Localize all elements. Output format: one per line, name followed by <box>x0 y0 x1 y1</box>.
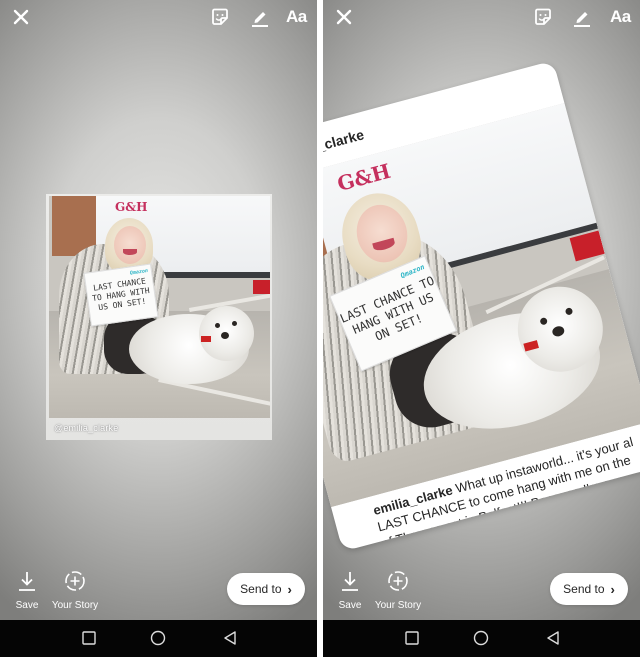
smile <box>123 249 137 255</box>
send-to-button[interactable]: Send to › <box>227 573 305 605</box>
dog-collar <box>201 336 211 342</box>
sign-text: LAST CHANCE TO HANG WITH US ON SET! <box>91 276 151 313</box>
shared-post-image[interactable]: G&H Qmazon LAST CHANCE TO HANG WITH US O… <box>46 194 272 440</box>
android-nav-bar <box>0 620 317 657</box>
save-button[interactable]: Save <box>337 570 363 611</box>
chevron-right-icon: › <box>287 581 292 597</box>
dog-eye <box>215 323 220 328</box>
add-story-icon <box>65 571 85 591</box>
story-editor-left: Aa G&H Qmazon LAST CHANCE TO HANG WITH U… <box>0 0 317 657</box>
home-icon[interactable] <box>473 630 489 646</box>
your-story-button[interactable]: Your Story <box>50 570 100 611</box>
story-actions: Save Your Story Send to › <box>323 566 640 620</box>
save-label: Save <box>338 600 362 611</box>
back-icon[interactable] <box>545 630 561 646</box>
trailer-logo: G&H <box>115 200 148 214</box>
download-icon <box>19 572 35 591</box>
story-editor-right: emilia_clarke G&H Qmazon LAST CHANCE TO … <box>323 0 640 657</box>
story-toolbar: Aa <box>0 0 317 36</box>
sticker-icon[interactable] <box>210 7 230 27</box>
send-to-label: Send to <box>240 582 282 596</box>
back-icon[interactable] <box>222 630 238 646</box>
your-story-label: Your Story <box>374 600 422 611</box>
dog-nose <box>221 332 229 339</box>
sticker-icon[interactable] <box>533 7 553 27</box>
chevron-right-icon: › <box>610 581 615 597</box>
shared-post-card[interactable]: emilia_clarke G&H Qmazon LAST CHANCE TO … <box>323 60 640 552</box>
save-button[interactable]: Save <box>14 570 40 611</box>
send-to-label: Send to <box>563 582 605 596</box>
recent-apps-icon[interactable] <box>81 630 97 646</box>
post-photo: G&H Qmazon LAST CHANCE TO HANG WITH US O… <box>49 196 270 418</box>
pen-icon[interactable] <box>250 7 270 27</box>
save-label: Save <box>15 600 39 611</box>
your-story-button[interactable]: Your Story <box>373 570 423 611</box>
watermark-username: @emilia_clarke <box>54 423 119 433</box>
home-icon[interactable] <box>150 630 166 646</box>
close-icon[interactable] <box>335 8 353 26</box>
recent-apps-icon[interactable] <box>404 630 420 646</box>
download-icon <box>342 572 358 591</box>
photo-scene: G&H Qmazon LAST CHANCE TO HANG WITH US O… <box>49 196 270 418</box>
text-tool-button[interactable]: Aa <box>610 7 631 27</box>
close-icon[interactable] <box>12 8 30 26</box>
red-box <box>253 280 270 294</box>
android-nav-bar <box>323 620 640 657</box>
story-actions: Save Your Story Send to › <box>0 566 317 620</box>
text-tool-button[interactable]: Aa <box>286 7 307 27</box>
add-story-icon <box>388 571 408 591</box>
your-story-label: Your Story <box>51 600 99 611</box>
sign: Qmazon LAST CHANCE TO HANG WITH US ON SE… <box>83 263 159 327</box>
story-toolbar: Aa <box>323 0 640 36</box>
dog-eye <box>232 321 237 326</box>
pen-icon[interactable] <box>572 7 592 27</box>
send-to-button[interactable]: Send to › <box>550 573 628 605</box>
face <box>114 226 146 264</box>
